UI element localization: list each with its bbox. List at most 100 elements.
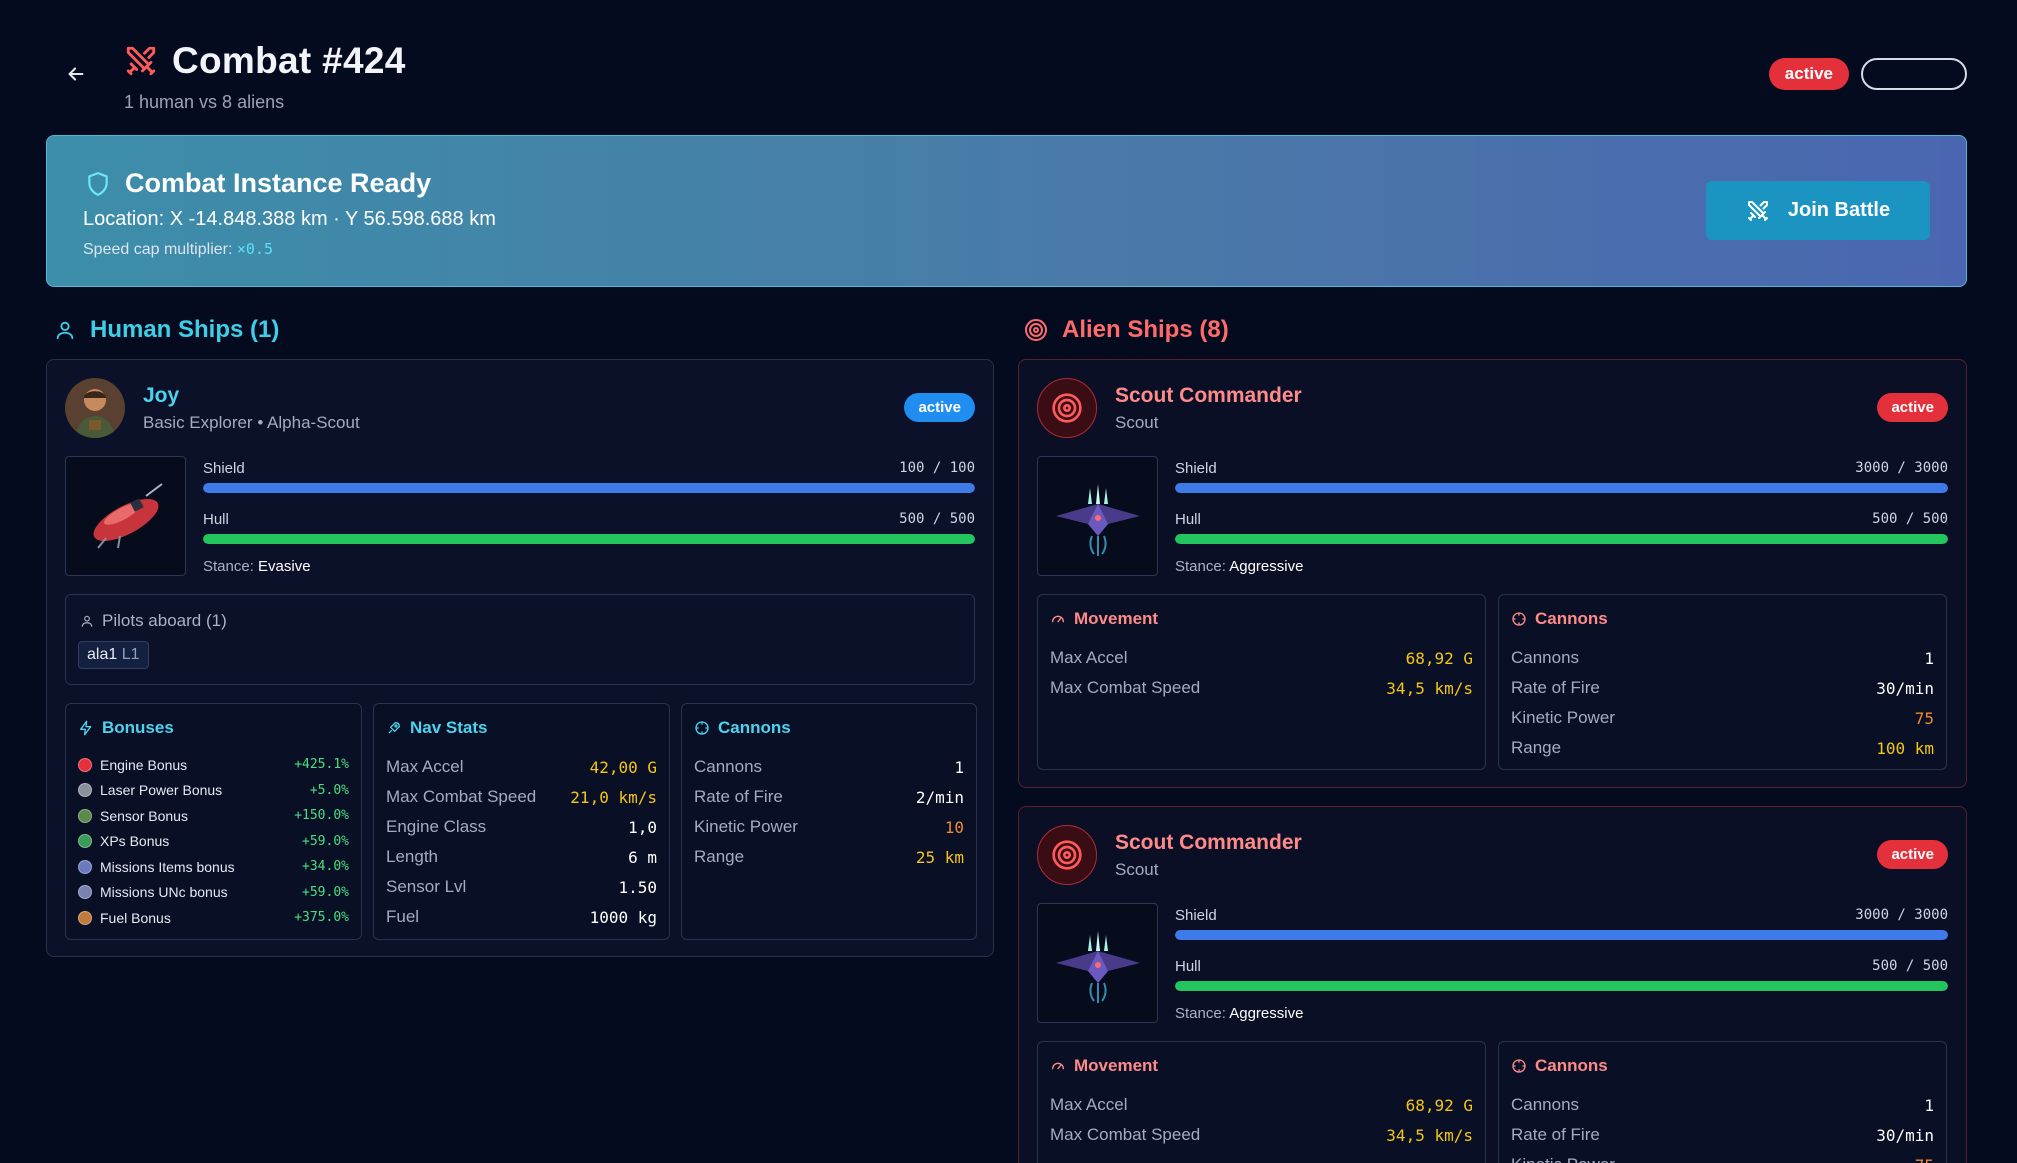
hull-bar-fill (1175, 981, 1948, 991)
hull-value: 500 / 500 (899, 511, 975, 527)
status-badge: active (1877, 393, 1948, 422)
movement-title: Movement (1074, 1056, 1159, 1075)
ship-name: Scout Commander (1115, 831, 1302, 854)
target-icon (1052, 393, 1082, 423)
bonus-row: Missions Items bonus +34.0% (78, 854, 349, 880)
stat-row: Cannons 1 (1511, 643, 1934, 673)
stat-label: Cannons (694, 757, 763, 776)
cannons-list: Cannons 1 Rate of Fire 30/min Kinetic Power 7… (1511, 643, 1934, 763)
combat-ready-banner: Combat Instance Ready Location: X -14.84… (46, 135, 1967, 287)
pilot-level: L1 (121, 646, 140, 663)
bonus-label-text: Engine Bonus (100, 756, 188, 773)
stat-value: 1 (1924, 648, 1934, 668)
stat-row: Max Accel 68,92 G (1050, 1090, 1473, 1120)
stat-value: 1.50 (618, 877, 657, 897)
stat-label: Max Accel (1050, 1095, 1128, 1114)
stat-row: Max Combat Speed 34,5 km/s (1050, 1120, 1473, 1150)
cannons-title: Cannons (1535, 609, 1608, 628)
stat-value: 6 m (628, 847, 657, 867)
header-actions: active (1768, 58, 1967, 90)
bonus-icon (78, 910, 92, 925)
bonus-row: Engine Bonus +425.1% (78, 752, 349, 778)
shield-label: Shield (203, 460, 245, 477)
ship-bars: Shield 100 / 100 Hull 500 / 500 Stance: Ev… (203, 460, 975, 575)
join-battle-button[interactable]: Join Battle (1706, 181, 1930, 240)
stat-row: Engine Class 1,0 (386, 812, 657, 842)
bonus-value: +375.0% (294, 910, 349, 926)
stat-row: Cannons 1 (694, 752, 964, 782)
pilot-name: ala1 (87, 646, 118, 663)
stat-label: Max Accel (1050, 648, 1128, 667)
banner-location: Location: X -14.848.388 km · Y 56.598.68… (83, 208, 496, 230)
bonus-row: Sensor Bonus +150.0% (78, 803, 349, 829)
stat-row: Kinetic Power 10 (694, 812, 964, 842)
ship-bars: Shield 3000 / 3000 Hull 500 / 500 Stance: … (1175, 460, 1948, 575)
hull-label: Hull (1175, 958, 1201, 975)
bonus-label-text: XPs Bonus (100, 833, 170, 850)
bonus-value: +59.0% (302, 884, 349, 900)
alien-ship-image (1037, 903, 1158, 1023)
alien-ship-card[interactable]: Scout Commander Scout active Shield 3000 … (1018, 359, 1967, 788)
stat-label: Engine Class (386, 817, 487, 836)
stat-row: Sensor Lvl 1.50 (386, 872, 657, 902)
shield-icon (88, 171, 108, 196)
bonus-value: +5.0% (309, 782, 349, 798)
cannons-title: Cannons (1535, 1056, 1608, 1075)
bonus-row: Fuel Bonus +375.0% (78, 905, 349, 931)
bonus-label-text: Sensor Bonus (100, 807, 188, 824)
hull-bar (1175, 534, 1948, 544)
stance-label: Stance: (1175, 1005, 1226, 1022)
bonus-value: +150.0% (294, 808, 349, 824)
stat-label: Rate of Fire (1511, 1125, 1600, 1144)
bonus-label: Laser Power Bonus (78, 782, 222, 798)
movement-panel: Movement Max Accel 68,92 G Max Combat Spee… (1037, 1041, 1486, 1163)
stance-label: Stance: (1175, 558, 1226, 575)
hull-bar-fill (1175, 534, 1948, 544)
stat-row: Range 25 km (694, 842, 964, 872)
stat-row: Max Combat Speed 21,0 km/s (386, 782, 657, 812)
stat-label: Range (1511, 738, 1562, 757)
alien-avatar (1037, 825, 1097, 885)
alien-ship-card[interactable]: Scout Commander Scout active Shield 3000 … (1018, 806, 1967, 1163)
banner-speed-cap: Speed cap multiplier: ×0.5 (83, 240, 273, 259)
bonus-row: XPs Bonus +59.0% (78, 829, 349, 855)
arrow-left-icon (68, 67, 84, 81)
bonus-row: Missions UNc bonus +59.0% (78, 880, 349, 906)
hull-value: 500 / 500 (1872, 511, 1948, 527)
stat-row: Rate of Fire 2/min (694, 782, 964, 812)
stat-label: Kinetic Power (1511, 1155, 1615, 1163)
ship-name: Scout Commander (1115, 384, 1302, 407)
movement-title: Movement (1074, 609, 1159, 628)
stat-value: 2/min (915, 787, 964, 807)
rocket-icon (388, 722, 400, 734)
stat-label: Rate of Fire (1511, 678, 1600, 697)
hull-label: Hull (1175, 511, 1201, 528)
cannons-list: Cannons 1 Rate of Fire 30/min Kinetic Power 7… (1511, 1090, 1934, 1163)
stat-value: 1000 kg (589, 907, 657, 927)
bonus-list: Engine Bonus +425.1% Laser Power Bonus +5.0… (78, 752, 349, 931)
crosshair-icon (1512, 1059, 1526, 1073)
shield-bar-fill (1175, 483, 1948, 493)
alien-cannons-panel: Cannons Cannons 1 Rate of Fire 30/min Kineti… (1498, 1041, 1947, 1163)
stance: Stance: Aggressive (1175, 1005, 1948, 1022)
hull-bar (203, 534, 975, 544)
combat-status-badge: active (1768, 58, 1849, 90)
shield-value: 3000 / 3000 (1855, 460, 1948, 476)
human-ship-card[interactable]: Joy Basic Explorer • Alpha-Scout active … (46, 359, 994, 957)
stat-value: 1 (954, 757, 964, 777)
human-ships-header: Human Ships (1) (54, 316, 279, 344)
movement-panel: Movement Max Accel 68,92 G Max Combat Spee… (1037, 594, 1486, 770)
header-action-button[interactable] (1861, 58, 1967, 90)
bonus-icon (78, 808, 92, 823)
pilot-chip[interactable]: ala1 L1 (78, 641, 149, 669)
shield-value: 3000 / 3000 (1855, 907, 1948, 923)
stance: Stance: Aggressive (1175, 558, 1948, 575)
user-icon (81, 615, 93, 627)
back-button[interactable] (62, 60, 90, 88)
pilots-title: Pilots aboard (1) (102, 611, 227, 630)
stat-row: Rate of Fire 30/min (1511, 1120, 1934, 1150)
bonus-icon (78, 885, 92, 900)
bonus-icon (78, 834, 92, 849)
stat-label: Fuel (386, 907, 420, 926)
stat-label: Max Combat Speed (1050, 1125, 1201, 1144)
